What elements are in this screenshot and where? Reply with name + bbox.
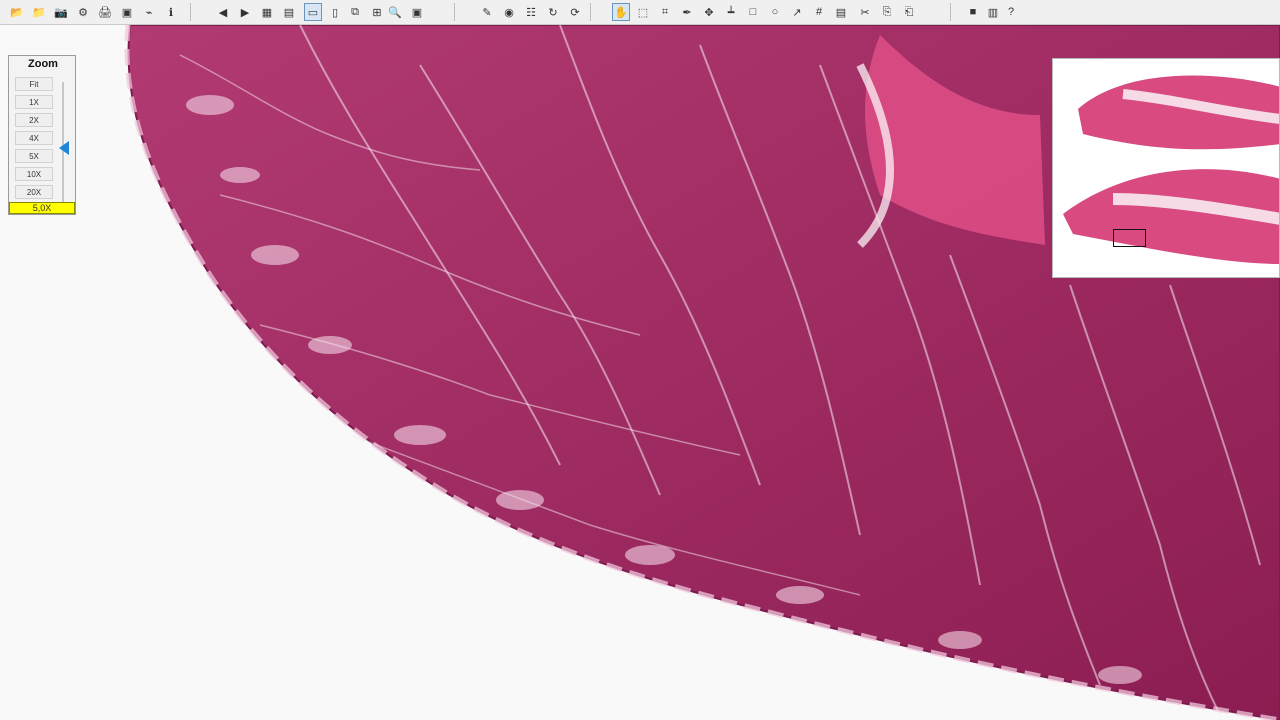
zoom-2x-button[interactable]: 2X [15, 113, 53, 127]
redo-icon[interactable]: ↻ [544, 3, 562, 21]
pen-icon[interactable]: ✒ [678, 3, 696, 21]
zoom-10x-button[interactable]: 10X [15, 167, 53, 181]
zoom-current-value: 5,0X [9, 202, 75, 214]
move-icon[interactable]: ✥ [700, 3, 718, 21]
layout-alt-icon[interactable]: ▤ [280, 3, 298, 21]
ellipse-icon[interactable]: ○ [766, 3, 784, 21]
help-icon[interactable]: ? [1002, 3, 1020, 21]
zoom-1x-button[interactable]: 1X [15, 95, 53, 109]
toolbar-separator [190, 3, 191, 21]
adjust-icon[interactable]: ☷ [522, 3, 540, 21]
capture-settings-icon[interactable]: ⚙ [74, 3, 92, 21]
arrow-icon[interactable]: ↗ [788, 3, 806, 21]
search-icon[interactable]: 🔍 [386, 3, 404, 21]
info-icon[interactable]: ℹ [162, 3, 180, 21]
copy-view-icon[interactable]: ⧉ [346, 3, 364, 21]
ruler-icon[interactable]: ┷ [722, 3, 740, 21]
slide-viewer-app: 📂 📁 📷 ⚙ 🖨 ▣ ⌁ ℹ ◀ ▶ ▦ ▤ ▭ ▯ ⧉ ⊞ 🔍 ▣ ✎ ◉ ☷ ↻ ⟳ ✋ ⬚ ⌗ ✒ ✥ ┷ □ ○ ↗ # ▤ ✂ ⎘ ⎗ ■ ▥? [0, 0, 1280, 720]
hand-pan-icon[interactable]: ✋ [612, 3, 630, 21]
fit-view-icon[interactable]: ⊞ [368, 3, 386, 21]
label-icon[interactable]: ◉ [500, 3, 518, 21]
open-folder-icon[interactable]: 📂 [8, 3, 26, 21]
overview-viewport-rect[interactable] [1113, 229, 1146, 247]
annotate-icon[interactable]: ✎ [478, 3, 496, 21]
zoom-slider-thumb[interactable] [59, 141, 69, 155]
zoom-fit-button[interactable]: Fit [15, 77, 53, 91]
back-icon[interactable]: ◀ [214, 3, 232, 21]
single-view-icon[interactable]: ▯ [326, 3, 344, 21]
zoom-panel: Zoom Fit 1X 2X 4X 5X 10X 20X 5,0X [8, 55, 76, 215]
grid-icon[interactable]: # [810, 3, 828, 21]
duplicate-icon[interactable]: ⎘ [878, 3, 896, 21]
view-mode-icon[interactable]: ▭ [304, 3, 322, 21]
toolbar-separator [950, 3, 951, 21]
slide-viewport[interactable]: Zoom Fit 1X 2X 4X 5X 10X 20X 5,0X 400um [0, 25, 1280, 720]
zoom-5x-button[interactable]: 5X [15, 149, 53, 163]
save-folder-icon[interactable]: 📁 [30, 3, 48, 21]
display-options-icon[interactable]: ▥ [984, 3, 1002, 21]
crop-icon[interactable]: ⌗ [656, 3, 674, 21]
select-icon[interactable]: ⬚ [634, 3, 652, 21]
overview-specimen-image [1053, 59, 1279, 277]
zoom-20x-button[interactable]: 20X [15, 185, 53, 199]
camera-icon[interactable]: 📷 [52, 3, 70, 21]
toolbar-separator [454, 3, 455, 21]
delete-icon[interactable]: ✂ [856, 3, 874, 21]
zoom-window-icon[interactable]: ▣ [408, 3, 426, 21]
overview-thumbnail[interactable] [1052, 58, 1280, 278]
network-icon[interactable]: ▣ [118, 3, 136, 21]
main-toolbar: 📂 📁 📷 ⚙ 🖨 ▣ ⌁ ℹ ◀ ▶ ▦ ▤ ▭ ▯ ⧉ ⊞ 🔍 ▣ ✎ ◉ ☷ ↻ ⟳ ✋ ⬚ ⌗ ✒ ✥ ┷ □ ○ ↗ # ▤ ✂ ⎘ ⎗ ■ ▥? [0, 0, 1280, 25]
rectangle-icon[interactable]: □ [744, 3, 762, 21]
paste-icon[interactable]: ⎗ [900, 3, 918, 21]
measure-tool-icon[interactable]: ⌁ [140, 3, 158, 21]
toolbar-separator [590, 3, 591, 21]
refresh-icon[interactable]: ⟳ [566, 3, 584, 21]
zoom-4x-button[interactable]: 4X [15, 131, 53, 145]
print-icon[interactable]: 🖨 [96, 3, 114, 21]
forward-icon[interactable]: ▶ [236, 3, 254, 21]
text-box-icon[interactable]: ▤ [832, 3, 850, 21]
zoom-slider[interactable] [59, 82, 69, 204]
zoom-title: Zoom [28, 58, 58, 70]
layout-icon[interactable]: ▦ [258, 3, 276, 21]
color-picker-icon[interactable]: ■ [964, 3, 982, 21]
